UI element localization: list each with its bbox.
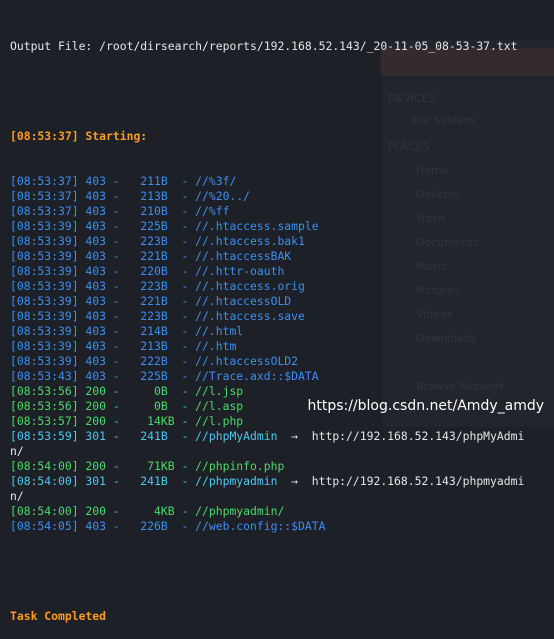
log-line: n/ — [10, 444, 550, 459]
log-line-text: [08:53:37] 403 - 210B - //%ff — [10, 204, 230, 218]
starting-line: [08:53:37] Starting: — [10, 129, 148, 143]
log-line-text: [08:53:43] 403 - 225B - //Trace.axd::$DA… — [10, 369, 319, 383]
log-line-text: [08:53:37] 403 - 213B - //%20../ — [10, 189, 251, 203]
log-line: [08:53:39] 403 - 220B - //.httr-oauth — [10, 264, 550, 279]
log-line: [08:54:00] 200 - 4KB - //phpmyadmin/ — [10, 504, 550, 519]
log-line: [08:53:39] 403 - 223B - //.htaccess.save — [10, 309, 550, 324]
log-line-text: [08:54:00] 200 - 71KB - //phpinfo.php — [10, 459, 285, 473]
log-line-text: [08:53:56] 200 - 0B - //l.asp — [10, 399, 244, 413]
log-line: [08:53:59] 301 - 241B - //phpMyAdmin → h… — [10, 429, 550, 444]
log-line-text: [08:53:39] 403 - 213B - //.htm — [10, 339, 237, 353]
watermark-text: https://blog.csdn.net/Amdy_amdy — [307, 398, 544, 414]
log-line: [08:53:39] 403 - 223B - //.htaccess.orig — [10, 279, 550, 294]
log-line-text: [08:53:39] 403 - 223B - //.htaccess.save — [10, 309, 305, 323]
log-line: [08:53:43] 403 - 225B - //Trace.axd::$DA… — [10, 369, 550, 384]
log-line-text: [08:53:39] 403 - 214B - //.html — [10, 324, 244, 338]
log-line: [08:54:00] 200 - 71KB - //phpinfo.php — [10, 459, 550, 474]
redirect-target: → http://192.168.52.143/phpmyadmi — [277, 474, 525, 488]
log-line: [08:53:39] 403 - 221B - //.htaccessBAK — [10, 249, 550, 264]
log-line-text: [08:53:39] 403 - 221B - //.htaccessBAK — [10, 249, 292, 263]
task-completed-line: Task Completed — [10, 609, 107, 623]
log-line-text: [08:53:39] 403 - 222B - //.htaccessOLD2 — [10, 354, 299, 368]
log-line-text: [08:54:00] 301 - 241B - //phpmyadmin — [10, 474, 278, 488]
log-line-text: n/ — [10, 489, 24, 503]
log-line: [08:53:39] 403 - 223B - //.htaccess.bak1 — [10, 234, 550, 249]
log-line: [08:53:56] 200 - 0B - //l.jsp — [10, 384, 550, 399]
log-line-text: [08:53:56] 200 - 0B - //l.jsp — [10, 384, 244, 398]
terminal-output[interactable]: Output File: /root/dirsearch/reports/192… — [10, 9, 550, 639]
log-line: [08:53:39] 403 - 225B - //.htaccess.samp… — [10, 219, 550, 234]
log-line-text: [08:53:39] 403 - 223B - //.htaccess.bak1 — [10, 234, 305, 248]
log-line-text: [08:53:39] 403 - 220B - //.httr-oauth — [10, 264, 285, 278]
log-line-text: [08:53:57] 200 - 14KB - //l.php — [10, 414, 244, 428]
log-line: [08:53:37] 403 - 213B - //%20../ — [10, 189, 550, 204]
log-line: [08:54:00] 301 - 241B - //phpmyadmin → h… — [10, 474, 550, 489]
log-line: [08:53:39] 403 - 213B - //.htm — [10, 339, 550, 354]
log-line: n/ — [10, 489, 550, 504]
log-line-text: [08:53:37] 403 - 211B - //%3f/ — [10, 174, 237, 188]
log-line-text: [08:53:39] 403 - 225B - //.htaccess.samp… — [10, 219, 319, 233]
log-line-text: [08:53:59] 301 - 241B - //phpMyAdmin — [10, 429, 278, 443]
log-line: [08:53:39] 403 - 222B - //.htaccessOLD2 — [10, 354, 550, 369]
output-file-line: Output File: /root/dirsearch/reports/192… — [10, 39, 518, 53]
log-line: [08:53:39] 403 - 221B - //.htaccessOLD — [10, 294, 550, 309]
log-line: [08:53:37] 403 - 211B - //%3f/ — [10, 174, 550, 189]
log-line: [08:54:05] 403 - 226B - //web.config::$D… — [10, 519, 550, 534]
log-line: [08:53:37] 403 - 210B - //%ff — [10, 204, 550, 219]
log-line-text: [08:53:39] 403 - 221B - //.htaccessOLD — [10, 294, 292, 308]
log-line-text: [08:54:05] 403 - 226B - //web.config::$D… — [10, 519, 326, 533]
redirect-target: → http://192.168.52.143/phpMyAdmi — [277, 429, 525, 443]
log-line-text: n/ — [10, 444, 24, 458]
log-line: [08:53:39] 403 - 214B - //.html — [10, 324, 550, 339]
log-line-text: [08:54:00] 200 - 4KB - //phpmyadmin/ — [10, 504, 285, 518]
log-lines: [08:53:37] 403 - 211B - //%3f/[08:53:37]… — [10, 174, 550, 534]
log-line-text: [08:53:39] 403 - 223B - //.htaccess.orig — [10, 279, 305, 293]
